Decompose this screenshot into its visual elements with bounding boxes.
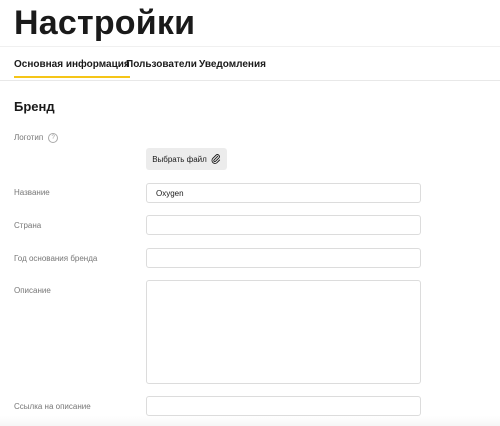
choose-file-label: Выбрать файл	[152, 154, 207, 164]
bottom-fade	[0, 416, 500, 426]
choose-file-button[interactable]: Выбрать файл	[146, 148, 227, 170]
question-icon[interactable]: ?	[48, 133, 59, 143]
tab-notifications[interactable]: Уведомления	[199, 59, 266, 70]
paperclip-icon	[211, 154, 220, 164]
description-link-input[interactable]	[146, 396, 421, 416]
country-label: Страна	[14, 221, 42, 230]
logo-label: Логотип	[14, 133, 44, 143]
name-label: Название	[14, 188, 50, 197]
name-input[interactable]	[146, 183, 421, 203]
founded-year-input[interactable]	[146, 248, 421, 268]
logo-label-row: Логотип?	[14, 133, 59, 143]
description-label: Описание	[14, 286, 51, 295]
page-title: Настройки	[14, 4, 196, 42]
description-textarea[interactable]	[146, 280, 421, 384]
tabs-bar: Основная информация Пользователи Уведомл…	[0, 46, 500, 81]
description-link-label: Ссылка на описание	[14, 402, 91, 411]
country-input[interactable]	[146, 215, 421, 235]
tab-main-info[interactable]: Основная информация	[14, 59, 130, 78]
founded-label: Год основания бренда	[14, 254, 98, 263]
section-title-brand: Бренд	[14, 99, 55, 114]
tab-users[interactable]: Пользователи	[126, 59, 197, 70]
